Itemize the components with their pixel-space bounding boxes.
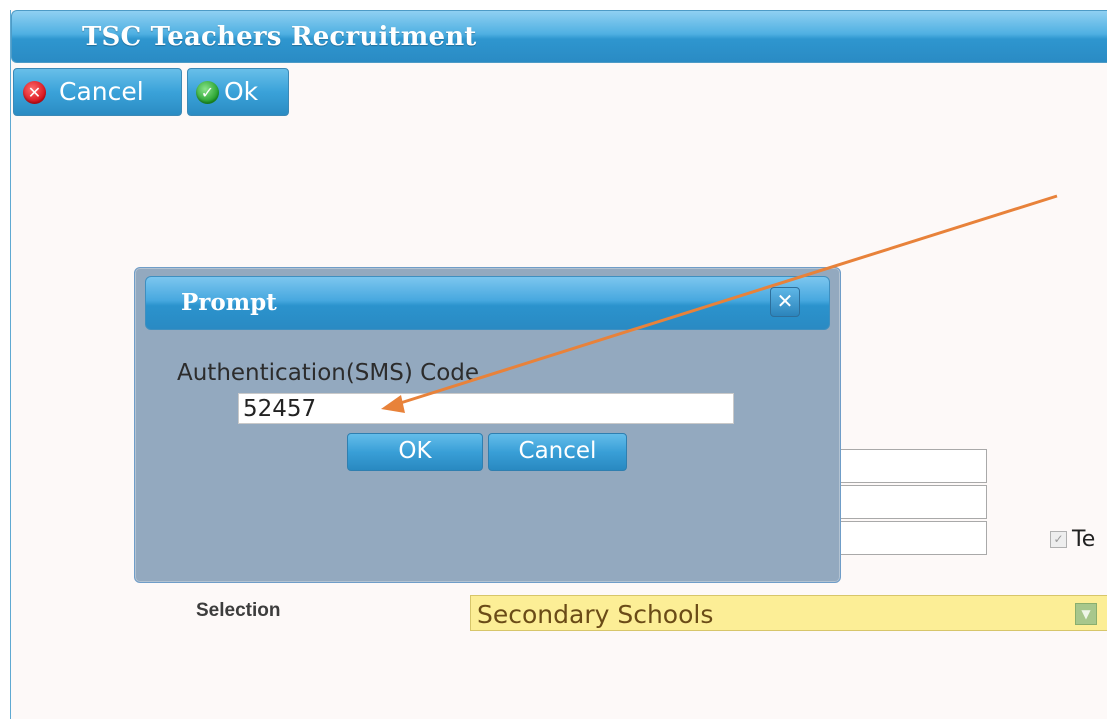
auth-code-label: Authentication(SMS) Code [177, 360, 480, 386]
dialog-titlebar: Prompt ✕ [145, 276, 830, 330]
selection-value: Secondary Schools [477, 600, 714, 629]
form-checkbox[interactable]: ✓ [1050, 531, 1067, 548]
chevron-down-icon[interactable]: ▼ [1075, 603, 1097, 625]
form-text-field-2[interactable] [829, 485, 987, 519]
dialog-title: Prompt [181, 289, 277, 316]
prompt-dialog: Prompt ✕ Authentication(SMS) Code OK Can… [134, 267, 841, 583]
form-text-field-1[interactable] [829, 449, 987, 483]
window-titlebar: TSC Teachers Recruitment [11, 10, 1107, 63]
cancel-button-label: Cancel [59, 77, 144, 106]
form-checkbox-label: Te [1072, 527, 1096, 552]
ok-button[interactable]: ✓ Ok [187, 68, 289, 116]
dialog-cancel-button[interactable]: Cancel [488, 433, 627, 471]
dialog-ok-button[interactable]: OK [347, 433, 483, 471]
selection-dropdown[interactable]: Secondary Schools ▼ [470, 595, 1107, 631]
check-circle-icon: ✓ [196, 81, 219, 104]
selection-label: Selection [196, 600, 281, 621]
close-icon[interactable]: ✕ [770, 287, 800, 317]
cancel-button[interactable]: ✕ Cancel [13, 68, 182, 116]
form-text-field-3[interactable] [829, 521, 987, 555]
auth-code-input[interactable] [238, 393, 734, 424]
x-circle-icon: ✕ [23, 81, 46, 104]
ok-button-label: Ok [224, 77, 259, 106]
window-title: TSC Teachers Recruitment [82, 22, 477, 52]
